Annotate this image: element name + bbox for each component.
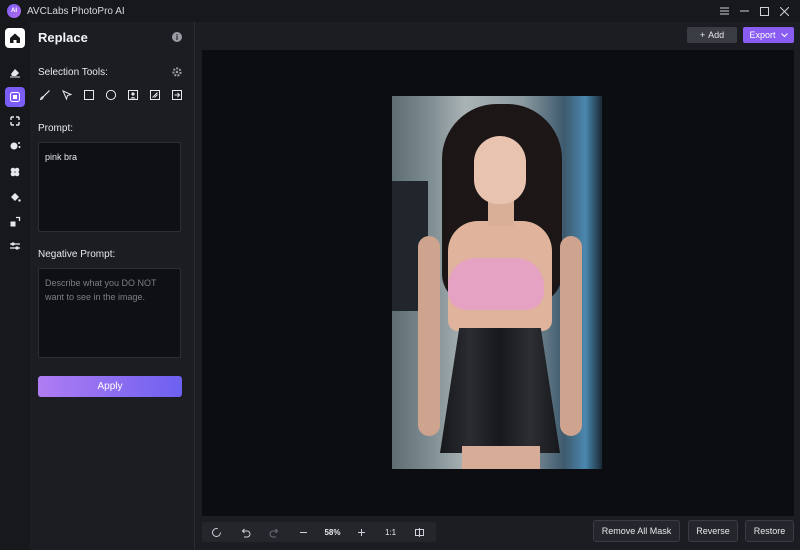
- ellipse-icon[interactable]: [104, 88, 118, 102]
- view-controls: 58% 1:1: [202, 522, 436, 542]
- minimize-icon[interactable]: [734, 0, 754, 22]
- upscale-icon[interactable]: [5, 111, 25, 131]
- app-logo-text: AI: [11, 8, 17, 14]
- photo-face: [474, 136, 526, 204]
- replace-panel: Replace i Selection Tools: Prompt: pink …: [30, 22, 195, 550]
- chevron-down-icon: [780, 32, 788, 37]
- photo-preview[interactable]: [392, 96, 602, 469]
- zoom-in-icon[interactable]: [347, 522, 376, 542]
- title-bar: AI AVCLabs PhotoPro AI: [0, 0, 800, 22]
- redo-icon[interactable]: [260, 522, 289, 542]
- menu-icon[interactable]: [714, 0, 734, 22]
- eraser-icon[interactable]: [5, 62, 25, 82]
- compare-icon[interactable]: [405, 522, 434, 542]
- plus-icon: +: [699, 30, 706, 40]
- panel-title: Replace: [38, 30, 88, 45]
- remove-all-mask-button[interactable]: Remove All Mask: [593, 520, 680, 542]
- reverse-button[interactable]: Reverse: [688, 520, 738, 542]
- photo-arm-right: [560, 236, 582, 436]
- info-icon[interactable]: i: [172, 32, 182, 42]
- replace-icon[interactable]: [5, 87, 25, 107]
- prompt-input[interactable]: pink bra: [38, 142, 181, 232]
- home-icon[interactable]: [5, 28, 25, 48]
- restore-button[interactable]: Restore: [745, 520, 794, 542]
- photo-legs: [462, 446, 540, 469]
- selection-tools-label: Selection Tools:: [38, 67, 108, 78]
- export-button-label: Export: [749, 30, 776, 40]
- export-button[interactable]: Export: [743, 27, 794, 43]
- undo-icon[interactable]: [231, 522, 260, 542]
- add-button-label: Add: [708, 30, 725, 40]
- auto-select-icon[interactable]: [148, 88, 162, 102]
- app-logo: AI: [7, 4, 21, 18]
- photo-pink-top: [448, 258, 544, 310]
- window-controls: [714, 0, 794, 22]
- close-icon[interactable]: [774, 0, 794, 22]
- lasso-icon[interactable]: [60, 88, 74, 102]
- apply-button[interactable]: Apply: [38, 376, 182, 397]
- colorize-icon[interactable]: [5, 187, 25, 207]
- actual-size-button[interactable]: 1:1: [376, 528, 405, 537]
- portrait-select-icon[interactable]: [126, 88, 140, 102]
- app-title: AVCLabs PhotoPro AI: [27, 5, 125, 17]
- crop-icon[interactable]: [5, 212, 25, 232]
- rectangle-icon[interactable]: [82, 88, 96, 102]
- enhance-icon[interactable]: [5, 162, 25, 182]
- adjust-icon[interactable]: [5, 236, 25, 256]
- add-button[interactable]: + Add: [687, 27, 737, 43]
- bottom-bar: 58% 1:1 Remove All Mask Reverse Restore: [202, 520, 794, 546]
- maximize-icon[interactable]: [754, 0, 774, 22]
- brush-icon[interactable]: [38, 88, 52, 102]
- prompt-label: Prompt:: [38, 123, 74, 134]
- zoom-level: 58%: [324, 527, 341, 537]
- zoom-out-icon[interactable]: [289, 522, 318, 542]
- denoise-icon[interactable]: [5, 136, 25, 156]
- negative-prompt-label: Negative Prompt:: [38, 249, 116, 260]
- tool-rail: [0, 22, 30, 550]
- photo-arm-left: [418, 236, 440, 436]
- workspace: + Add Export 58% 1:1 Remove All Mask Rev…: [195, 22, 800, 550]
- rotate-icon[interactable]: [202, 522, 231, 542]
- selection-tools: [38, 88, 184, 102]
- gear-icon[interactable]: [172, 66, 182, 77]
- import-mask-icon[interactable]: [170, 88, 184, 102]
- image-canvas[interactable]: [202, 50, 794, 516]
- photo-skirt: [440, 328, 560, 453]
- negative-prompt-input[interactable]: [38, 268, 181, 358]
- workspace-toolbar: + Add Export: [195, 22, 800, 50]
